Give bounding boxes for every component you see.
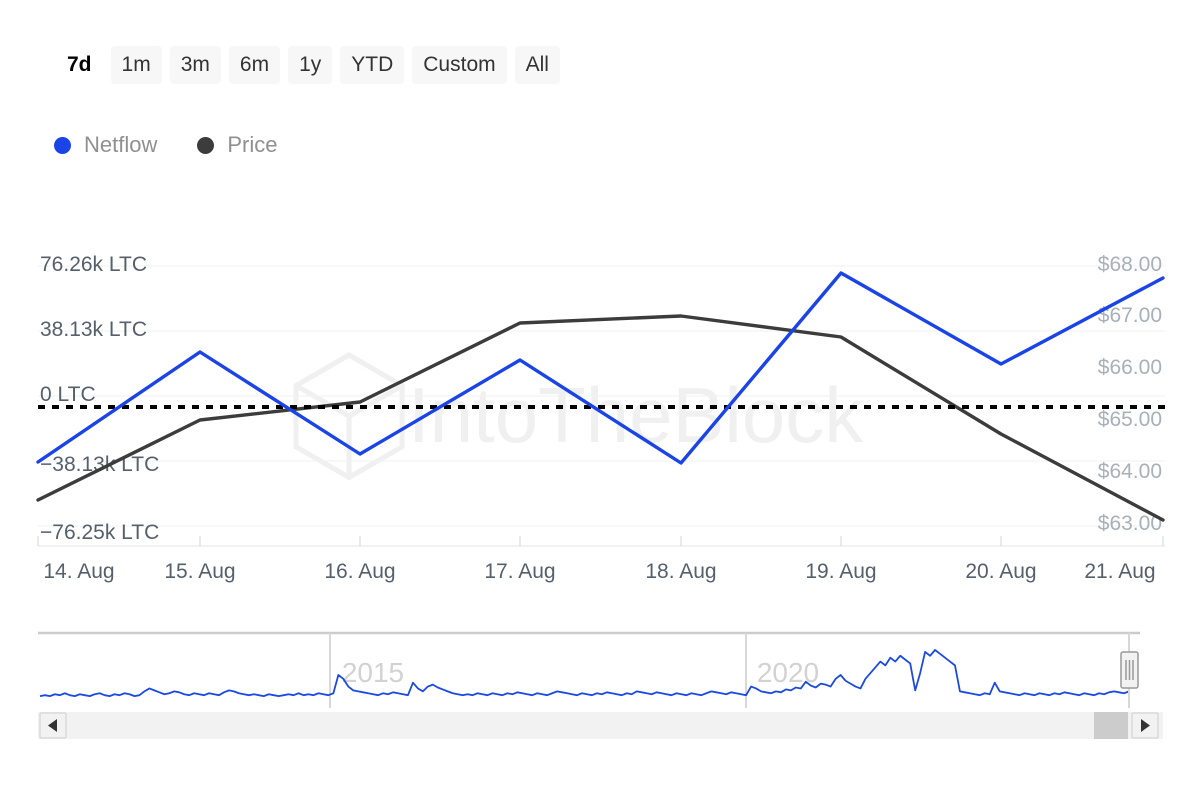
navigator-svg: 2015 2020	[0, 600, 1200, 760]
watermark: IntoTheBlock	[296, 355, 864, 477]
legend-label-netflow: Netflow	[84, 134, 157, 156]
scrollbar-right-button[interactable]	[1132, 713, 1158, 738]
x-tick-label-5: 19. Aug	[805, 560, 876, 583]
navigator-right-handle[interactable]	[1121, 633, 1138, 708]
x-axis-labels: 14. Aug 15. Aug 16. Aug 17. Aug 18. Aug …	[43, 560, 1155, 583]
legend-dot-price	[197, 137, 214, 154]
range-button-3m[interactable]: 3m	[170, 46, 221, 84]
navigator-year-label-2020: 2020	[757, 657, 819, 688]
chart-svg: IntoTheBlock 76.26k LTC 38.13k LTC 0 LTC…	[0, 230, 1200, 590]
x-tick-label-3: 17. Aug	[484, 560, 555, 583]
range-button-7d[interactable]: 7d	[56, 46, 103, 84]
scrollbar-thumb[interactable]	[1094, 712, 1128, 739]
x-tick-label-6: 20. Aug	[965, 560, 1036, 583]
grid-lines	[38, 266, 1165, 526]
y-axis-left-labels: 76.26k LTC 38.13k LTC 0 LTC −38.13k LTC …	[40, 253, 159, 544]
hexagon-cube-icon	[296, 355, 402, 477]
navigator-year-label-2015: 2015	[342, 657, 404, 688]
chart-legend: Netflow Price	[54, 134, 277, 156]
x-tick-label-0: 14. Aug	[43, 560, 114, 583]
chart-navigator[interactable]: 2015 2020	[0, 600, 1200, 800]
legend-item-netflow[interactable]: Netflow	[54, 134, 157, 156]
range-button-custom[interactable]: Custom	[412, 46, 506, 84]
y-right-tick-0: $68.00	[1098, 253, 1162, 276]
y-right-tick-3: $65.00	[1098, 408, 1162, 431]
navigator-scrollbar[interactable]	[38, 712, 1163, 739]
legend-label-price: Price	[227, 134, 277, 156]
range-button-all[interactable]: All	[515, 46, 560, 84]
range-selector[interactable]: 7d 1m 3m 6m 1y YTD Custom All	[56, 46, 560, 84]
range-button-1m[interactable]: 1m	[111, 46, 162, 84]
scrollbar-left-button[interactable]	[40, 713, 66, 738]
range-button-1y[interactable]: 1y	[288, 46, 332, 84]
x-axis-ticks	[38, 536, 1163, 546]
legend-dot-netflow	[54, 137, 71, 154]
x-tick-label-1: 15. Aug	[164, 560, 235, 583]
navigator-series-line	[40, 650, 1129, 696]
y-left-tick-0: 76.26k LTC	[40, 253, 147, 276]
range-button-ytd[interactable]: YTD	[340, 46, 404, 84]
x-tick-label-7: 21. Aug	[1084, 560, 1155, 583]
y-left-tick-3: −38.13k LTC	[40, 453, 159, 476]
y-left-tick-1: 38.13k LTC	[40, 318, 147, 341]
x-tick-label-4: 18. Aug	[645, 560, 716, 583]
scrollbar-track[interactable]	[38, 712, 1163, 739]
y-left-tick-2: 0 LTC	[40, 383, 96, 406]
chart-plot-area[interactable]: IntoTheBlock 76.26k LTC 38.13k LTC 0 LTC…	[0, 230, 1200, 590]
legend-item-price[interactable]: Price	[197, 134, 277, 156]
y-right-tick-2: $66.00	[1098, 356, 1162, 379]
y-right-tick-4: $64.00	[1098, 460, 1162, 483]
range-button-6m[interactable]: 6m	[229, 46, 280, 84]
y-left-tick-4: −76.25k LTC	[40, 521, 159, 544]
x-tick-label-2: 16. Aug	[324, 560, 395, 583]
